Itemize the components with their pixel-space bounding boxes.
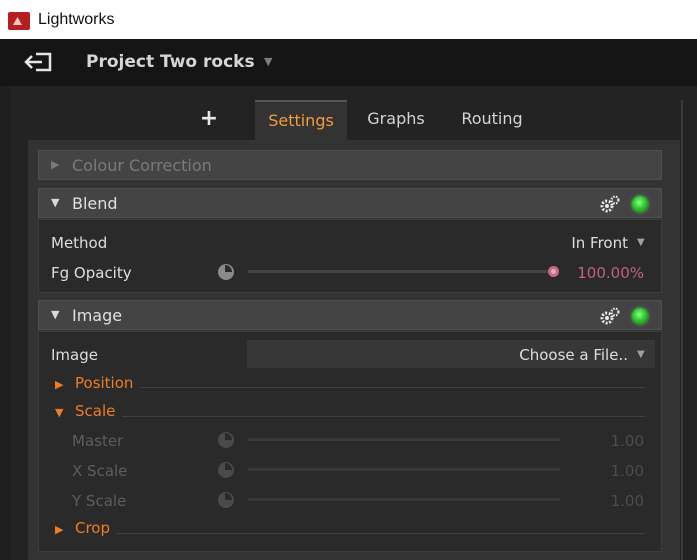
fg-opacity-slider[interactable] bbox=[248, 270, 548, 273]
image-label: Image bbox=[51, 346, 98, 364]
project-header: Project Two rocks ▼ bbox=[0, 39, 697, 86]
scale-group[interactable]: Scale bbox=[75, 402, 115, 420]
expand-icon[interactable]: ▶ bbox=[55, 378, 63, 391]
collapse-icon: ▼ bbox=[51, 308, 60, 321]
y-scale-label: Y Scale bbox=[72, 492, 127, 510]
collapse-icon[interactable]: ▼ bbox=[55, 406, 63, 419]
image-enabled-led-icon[interactable] bbox=[632, 308, 648, 324]
add-tab-button[interactable]: + bbox=[194, 100, 224, 140]
blend-header[interactable]: ▼ Blend bbox=[38, 188, 662, 218]
fg-opacity-value[interactable]: 100.00% bbox=[564, 264, 644, 282]
dropdown-caret-icon[interactable]: ▼ bbox=[637, 237, 645, 248]
method-label: Method bbox=[51, 234, 108, 252]
blend-label: Blend bbox=[72, 194, 118, 213]
x-scale-label: X Scale bbox=[72, 462, 128, 480]
tab-graphs[interactable]: Graphs bbox=[360, 100, 432, 140]
reset-knob-icon[interactable] bbox=[218, 264, 234, 280]
colour-correction-header[interactable]: ▶ Colour Correction bbox=[38, 150, 662, 180]
y-scale-value: 1.00 bbox=[610, 492, 644, 510]
exit-project-icon[interactable] bbox=[24, 50, 54, 74]
panel-divider[interactable] bbox=[681, 100, 683, 560]
fg-opacity-handle[interactable] bbox=[548, 266, 559, 277]
expand-icon: ▶ bbox=[51, 158, 60, 171]
method-dropdown[interactable]: In Front bbox=[500, 234, 628, 252]
master-value: 1.00 bbox=[610, 432, 644, 450]
tab-settings[interactable]: Settings bbox=[255, 100, 347, 140]
project-title[interactable]: Project Two rocks bbox=[86, 52, 255, 72]
choose-file-dropdown[interactable]: Choose a File.. bbox=[480, 346, 628, 364]
dropdown-caret-icon[interactable]: ▼ bbox=[637, 349, 645, 360]
gear-icon[interactable] bbox=[599, 306, 621, 326]
master-slider bbox=[248, 438, 560, 441]
expand-icon[interactable]: ▶ bbox=[55, 523, 63, 536]
y-scale-slider bbox=[248, 498, 560, 501]
x-scale-value: 1.00 bbox=[610, 462, 644, 480]
divider bbox=[140, 387, 645, 388]
master-label: Master bbox=[72, 432, 124, 450]
fg-opacity-label: Fg Opacity bbox=[51, 264, 132, 282]
window-title: Lightworks bbox=[38, 11, 115, 28]
position-group[interactable]: Position bbox=[75, 374, 133, 392]
tab-bar: + Settings Graphs Routing bbox=[10, 100, 680, 140]
reset-knob-icon bbox=[218, 462, 234, 478]
crop-group[interactable]: Crop bbox=[75, 519, 110, 537]
image-section-label: Image bbox=[72, 306, 123, 325]
lightworks-logo-icon bbox=[8, 12, 30, 30]
colour-correction-label: Colour Correction bbox=[72, 156, 212, 175]
divider bbox=[122, 416, 645, 417]
x-scale-slider bbox=[248, 468, 560, 471]
collapse-icon: ▼ bbox=[51, 196, 60, 209]
reset-knob-icon bbox=[218, 492, 234, 508]
image-header[interactable]: ▼ Image bbox=[38, 300, 662, 330]
tab-routing[interactable]: Routing bbox=[452, 100, 532, 140]
reset-knob-icon bbox=[218, 432, 234, 448]
window-titlebar: Lightworks bbox=[0, 0, 697, 39]
project-menu-caret-icon[interactable]: ▼ bbox=[264, 55, 272, 68]
gear-icon[interactable] bbox=[599, 194, 621, 214]
blend-enabled-led-icon[interactable] bbox=[632, 196, 648, 212]
divider bbox=[116, 533, 645, 534]
